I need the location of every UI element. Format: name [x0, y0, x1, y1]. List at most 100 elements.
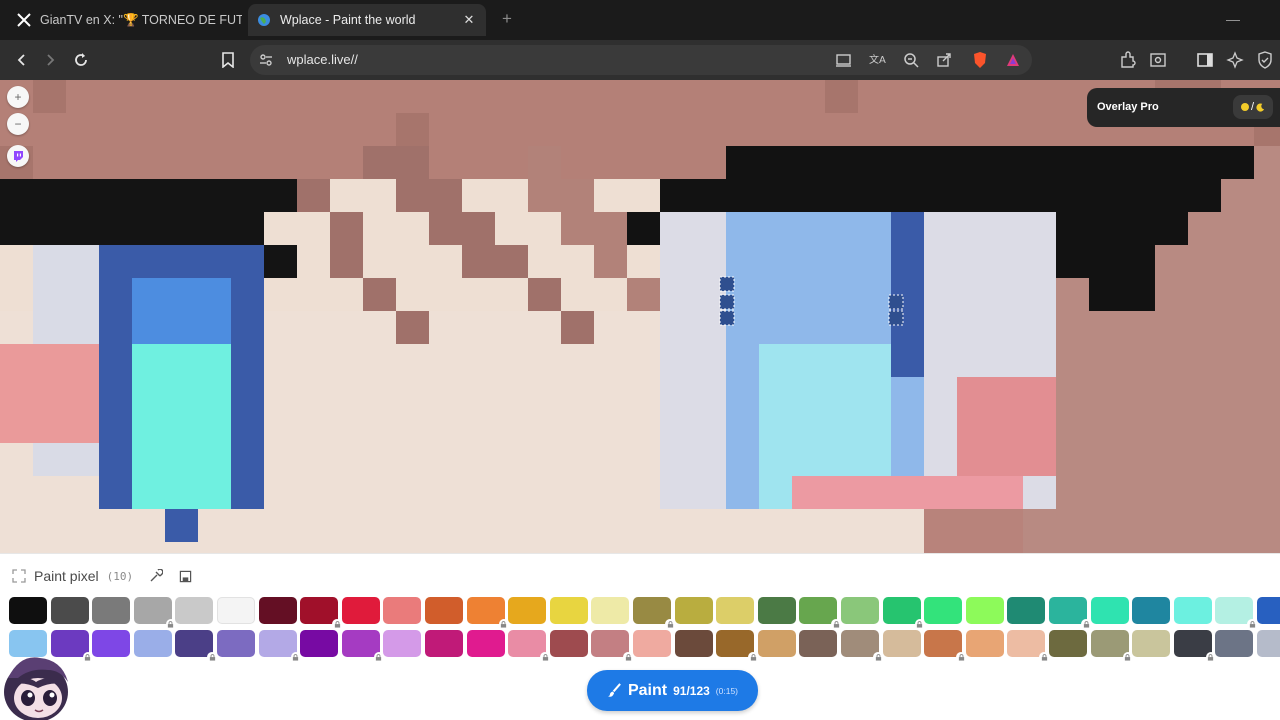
color-swatch[interactable]	[924, 630, 967, 662]
color-swatch[interactable]	[924, 597, 963, 624]
tab-giantv[interactable]: GianTV en X: "🏆 TORNEO DE FUTBOL	[8, 4, 242, 36]
color-swatch[interactable]	[716, 630, 759, 662]
theme-toggle[interactable]: /	[1233, 95, 1273, 119]
color-swatch[interactable]	[549, 630, 588, 657]
color-swatch[interactable]	[92, 630, 131, 657]
color-swatch[interactable]	[133, 597, 176, 629]
color-swatch[interactable]	[799, 597, 842, 629]
color-swatch[interactable]	[1257, 630, 1280, 657]
color-swatch[interactable]	[9, 597, 47, 624]
paint-charges: 91/123	[673, 683, 710, 698]
sidebar-icon[interactable]	[1193, 48, 1217, 72]
screenshot-icon[interactable]	[1146, 48, 1170, 72]
color-swatch[interactable]	[383, 630, 422, 657]
color-swatch[interactable]	[841, 630, 883, 662]
leo-ai-icon[interactable]	[1223, 48, 1247, 72]
vpn-shield-icon[interactable]	[1253, 48, 1277, 72]
brush-icon	[607, 683, 621, 697]
color-swatch[interactable]	[425, 630, 463, 657]
color-swatch[interactable]	[1132, 597, 1171, 624]
lock-icon	[1247, 619, 1258, 629]
overlay-title: Overlay Pro	[1097, 101, 1159, 113]
color-swatch[interactable]	[674, 630, 713, 657]
color-swatch[interactable]	[1049, 630, 1087, 657]
install-app-icon[interactable]	[832, 48, 856, 72]
color-swatch[interactable]	[341, 630, 384, 662]
pixel-canvas[interactable]	[0, 80, 1280, 555]
color-swatch[interactable]	[882, 630, 921, 657]
color-swatch[interactable]	[383, 597, 422, 624]
color-swatch[interactable]	[1090, 630, 1133, 662]
minimize-icon[interactable]: —	[1226, 12, 1240, 26]
eyedropper-icon[interactable]	[149, 569, 164, 583]
color-swatch[interactable]	[175, 597, 214, 624]
translate-icon[interactable]: 文A	[865, 48, 889, 72]
color-swatch[interactable]	[716, 597, 755, 624]
color-swatch[interactable]	[549, 597, 588, 624]
tab-wplace[interactable]: Wplace - Paint the world ✕	[248, 4, 486, 36]
color-swatch[interactable]	[757, 630, 796, 657]
color-swatch[interactable]	[633, 597, 675, 629]
new-tab-icon[interactable]: +	[496, 8, 518, 30]
lock-icon	[1205, 652, 1216, 662]
color-swatch[interactable]	[217, 597, 255, 624]
extensions-icon[interactable]	[1116, 48, 1140, 72]
zoom-out-button[interactable]: −	[7, 113, 29, 135]
color-swatch[interactable]	[1090, 597, 1129, 624]
lock-icon	[373, 652, 384, 662]
color-swatch[interactable]	[965, 630, 1004, 657]
color-swatch[interactable]	[1173, 597, 1212, 624]
share-icon[interactable]	[932, 48, 956, 72]
zoom-out-icon[interactable]	[899, 48, 923, 72]
bookmark-icon[interactable]	[216, 48, 240, 72]
color-swatch[interactable]	[300, 597, 343, 629]
brave-rewards-icon[interactable]	[1001, 48, 1025, 72]
color-swatch[interactable]	[133, 630, 172, 657]
reload-icon[interactable]	[69, 48, 93, 72]
color-swatch[interactable]	[1007, 597, 1046, 624]
color-swatch[interactable]	[1049, 597, 1091, 629]
color-swatch[interactable]	[258, 597, 297, 624]
color-swatch[interactable]	[508, 597, 547, 624]
color-swatch[interactable]	[965, 597, 1004, 624]
close-tab-icon[interactable]: ✕	[458, 12, 480, 28]
back-icon[interactable]	[10, 48, 34, 72]
color-swatch[interactable]	[1257, 597, 1280, 624]
color-swatch[interactable]	[882, 597, 925, 629]
color-swatch[interactable]	[466, 630, 505, 657]
color-swatch[interactable]	[1173, 630, 1216, 662]
color-swatch[interactable]	[591, 630, 634, 662]
expand-icon[interactable]	[12, 569, 26, 583]
sun-icon	[1240, 103, 1249, 111]
color-swatch[interactable]	[466, 597, 509, 629]
color-swatch[interactable]	[341, 597, 380, 624]
color-swatch[interactable]	[1007, 630, 1050, 662]
save-icon[interactable]	[179, 570, 192, 583]
forward-icon[interactable]	[38, 48, 62, 72]
color-swatch[interactable]	[175, 630, 218, 662]
color-swatch[interactable]	[50, 597, 89, 624]
color-swatch[interactable]	[258, 630, 301, 662]
brave-shields-icon[interactable]	[968, 48, 992, 72]
color-swatch[interactable]	[591, 597, 630, 624]
lock-icon	[831, 619, 842, 629]
twitch-button[interactable]	[7, 145, 29, 167]
color-swatch[interactable]	[1215, 597, 1258, 629]
color-swatch[interactable]	[425, 597, 463, 624]
paint-button[interactable]: Paint 91/123 (0:15)	[587, 670, 758, 711]
color-swatch[interactable]	[217, 630, 255, 657]
color-swatch[interactable]	[300, 630, 339, 657]
color-swatch[interactable]	[92, 597, 131, 624]
site-settings-icon[interactable]	[254, 48, 278, 72]
color-swatch[interactable]	[674, 597, 713, 624]
url-text[interactable]: wplace.live//	[287, 52, 358, 67]
color-swatch[interactable]	[508, 630, 551, 662]
color-swatch[interactable]	[1215, 630, 1254, 657]
zoom-in-button[interactable]: +	[7, 86, 29, 108]
color-swatch[interactable]	[799, 630, 838, 657]
color-swatch[interactable]	[757, 597, 796, 624]
color-swatch[interactable]	[841, 597, 879, 624]
color-swatch[interactable]	[1132, 630, 1171, 657]
lock-icon	[665, 619, 675, 629]
color-swatch[interactable]	[633, 630, 671, 657]
